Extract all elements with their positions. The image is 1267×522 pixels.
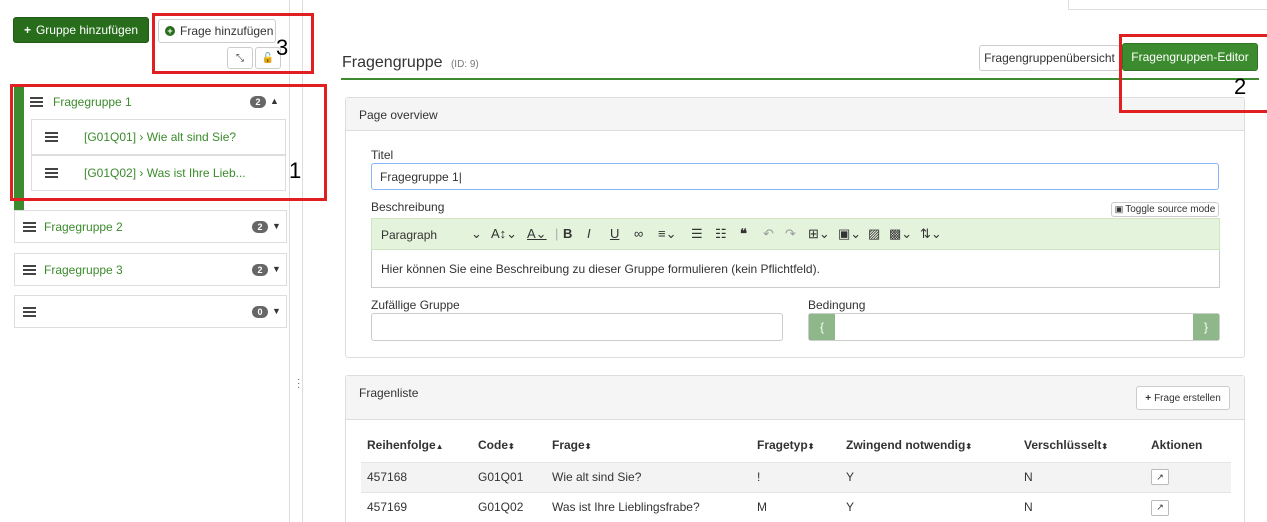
- source-icon: ▣: [1114, 204, 1124, 214]
- page-title: Fragengruppe (ID: 9): [342, 54, 479, 71]
- chevron-down-icon[interactable]: ⌄: [471, 226, 482, 242]
- caret-down-icon[interactable]: ▼: [272, 221, 281, 231]
- panel-header: Fragenliste: [346, 376, 1244, 420]
- annotation-number-1: 1: [289, 158, 302, 183]
- column-order[interactable]: Reihenfolge▲: [361, 428, 478, 462]
- condition-field[interactable]: { }: [808, 313, 1220, 341]
- undo-icon[interactable]: ↶: [763, 226, 774, 242]
- group-overview-button[interactable]: Fragengruppenübersicht: [979, 45, 1120, 71]
- special-chars-icon[interactable]: ⇅⌄: [920, 226, 942, 242]
- group-item-4[interactable]: 0 ▼: [14, 295, 287, 328]
- drag-handle-icon[interactable]: [23, 264, 36, 275]
- italic-icon[interactable]: I: [587, 226, 591, 241]
- column-code[interactable]: Code⬍: [478, 428, 552, 462]
- sort-icon: ⬍: [508, 441, 515, 451]
- condition-label: Bedingung: [808, 298, 866, 312]
- top-search-edge: [1068, 0, 1267, 10]
- add-group-button[interactable]: + Gruppe hinzufügen: [13, 17, 149, 43]
- column-type[interactable]: Fragetyp⬍: [757, 428, 846, 462]
- blockquote-icon[interactable]: ❝: [740, 226, 747, 242]
- question-count-badge: 2: [252, 221, 268, 233]
- paragraph-select[interactable]: Paragraph: [381, 228, 437, 242]
- external-link-icon[interactable]: ↗: [1151, 469, 1169, 486]
- divider-icon: |: [555, 226, 559, 241]
- column-actions: Aktionen: [1151, 437, 1203, 452]
- sort-icon: ⬍: [1101, 441, 1109, 451]
- column-question[interactable]: Frage⬍: [552, 428, 757, 462]
- drag-handle-icon[interactable]: [23, 306, 36, 317]
- column-encrypted[interactable]: Verschlüsselt⬍: [1024, 428, 1151, 462]
- external-link-icon[interactable]: ↗: [1151, 499, 1169, 516]
- font-color-icon[interactable]: A⌄: [527, 226, 547, 242]
- title-label: Titel: [371, 148, 394, 162]
- redo-icon[interactable]: ↷: [785, 226, 796, 242]
- caret-down-icon[interactable]: ▼: [272, 264, 281, 274]
- drag-handle-icon[interactable]: [23, 221, 36, 232]
- resize-handle-icon[interactable]: · · ·: [297, 375, 300, 393]
- annotation-number-2: 2: [1234, 74, 1247, 99]
- caret-down-icon[interactable]: ▼: [272, 306, 281, 316]
- condition-brace-open: {: [809, 314, 835, 340]
- annotation-box-1: [10, 84, 327, 201]
- folder-image-icon[interactable]: ▩⌄: [889, 226, 912, 242]
- numbered-list-icon[interactable]: ☷: [715, 226, 727, 242]
- group-item-2[interactable]: Fragegruppe 2 2 ▼: [14, 210, 287, 243]
- toggle-source-button[interactable]: ▣ Toggle source mode: [1111, 202, 1219, 217]
- table-icon[interactable]: ⊞⌄: [808, 226, 830, 242]
- link-icon[interactable]: ∞: [634, 226, 643, 241]
- sort-icon: ⬍: [584, 441, 592, 451]
- sort-icon: ⬍: [807, 441, 815, 451]
- table-header-row: Reihenfolge▲ Code⬍ Frage⬍ Fragetyp⬍ Zwin…: [361, 428, 1231, 462]
- question-table: Reihenfolge▲ Code⬍ Frage⬍ Fragetyp⬍ Zwin…: [361, 428, 1231, 522]
- column-mandatory[interactable]: Zwingend notwendig⬍: [846, 428, 1024, 462]
- random-group-label: Zufällige Gruppe: [371, 298, 460, 312]
- description-editor[interactable]: Hier können Sie eine Beschreibung zu die…: [371, 250, 1220, 288]
- plus-icon: +: [23, 23, 31, 37]
- sort-asc-icon: ▲: [435, 441, 444, 451]
- create-question-button[interactable]: + Frage erstellen: [1136, 386, 1230, 410]
- align-icon[interactable]: ≡⌄: [658, 226, 676, 242]
- sidebar-divider[interactable]: [289, 0, 290, 522]
- bullet-list-icon[interactable]: ☰: [691, 226, 703, 242]
- group-item-3[interactable]: Fragegruppe 3 2 ▼: [14, 253, 287, 286]
- panel-header: Page overview: [346, 98, 1244, 131]
- image-icon[interactable]: ▨: [868, 226, 880, 242]
- annotation-number-3: 3: [276, 35, 289, 60]
- description-label: Beschreibung: [371, 200, 445, 214]
- annotation-box-3: [152, 13, 314, 74]
- bold-icon[interactable]: B: [563, 226, 572, 241]
- question-count-badge: 0: [252, 306, 268, 318]
- sidebar-divider-right: [302, 0, 303, 522]
- table-row: 457168 G01Q01 Wie alt sind Sie? ! Y N ↗: [361, 461, 1231, 492]
- title-input[interactable]: Fragegruppe 1|: [371, 163, 1219, 190]
- sort-icon: ⬍: [965, 441, 973, 451]
- random-group-input[interactable]: [371, 313, 783, 341]
- media-icon[interactable]: ▣⌄: [838, 226, 861, 242]
- font-size-icon[interactable]: A↕⌄: [491, 226, 517, 242]
- underline-icon[interactable]: U: [610, 226, 619, 241]
- plus-icon: +: [1145, 392, 1152, 404]
- table-row: 457169 G01Q02 Was ist Ihre Lieblingsfrab…: [361, 491, 1231, 522]
- question-count-badge: 2: [252, 264, 268, 276]
- group-id: (ID: 9): [450, 59, 479, 70]
- condition-brace-close: }: [1193, 314, 1219, 340]
